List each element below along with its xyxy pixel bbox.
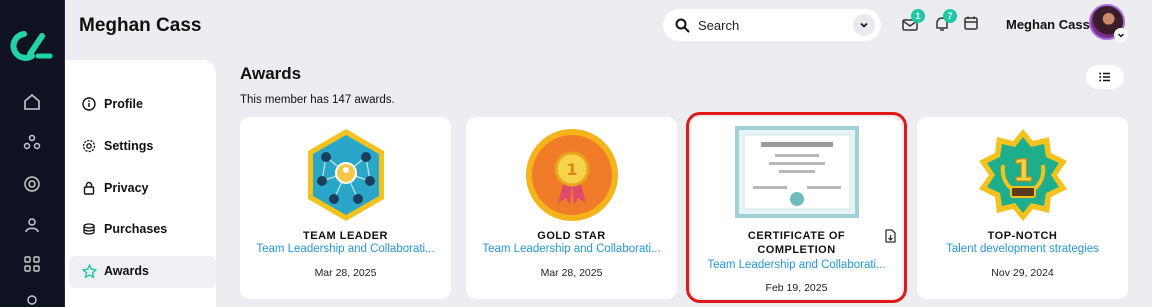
certificate-icon [734, 126, 859, 218]
sidebar-item-label: Awards [104, 264, 149, 278]
award-title: CERTIFICATE OF COMPLETION [747, 230, 846, 256]
search-box[interactable]: Search [663, 9, 881, 41]
award-date: Mar 28, 2025 [540, 267, 603, 279]
award-course-link[interactable]: Talent development strategies [925, 243, 1120, 255]
award-card[interactable]: 1 TOP-NOTCH Talent development strategie… [917, 117, 1128, 299]
page-owner-name: Meghan Cass [79, 15, 202, 36]
team-leader-badge-icon [307, 129, 384, 221]
award-card[interactable]: TEAM LEADER Team Leadership and Collabor… [240, 117, 451, 299]
notifications-button[interactable]: 7 [933, 9, 957, 35]
info-icon [81, 96, 97, 112]
chevron-down-icon[interactable] [853, 14, 875, 36]
app-logo[interactable] [10, 28, 54, 64]
award-title: TEAM LEADER [303, 230, 388, 242]
award-title: GOLD STAR [537, 230, 606, 242]
messages-button[interactable]: 1 [901, 9, 925, 35]
sidebar-item-label: Settings [104, 139, 154, 153]
lock-icon [81, 180, 97, 196]
sidebar-item-label: Profile [104, 97, 143, 111]
gear-icon [81, 138, 97, 154]
top-notch-badge-icon: 1 [978, 129, 1067, 221]
users-icon[interactable] [20, 213, 44, 237]
calendar-button[interactable] [963, 15, 983, 35]
home-icon[interactable] [20, 90, 44, 114]
svg-text:1: 1 [1012, 154, 1033, 189]
sidebar-item-awards[interactable]: Awards [81, 259, 149, 283]
page-title: Awards [240, 64, 302, 83]
award-course-link[interactable]: Team Leadership and Collaborati... [248, 243, 443, 255]
search-input[interactable]: Search [698, 18, 739, 33]
network-icon[interactable] [20, 131, 44, 155]
grid-icon[interactable] [20, 252, 44, 276]
award-date: Feb 19, 2025 [765, 282, 828, 294]
award-card[interactable]: CERTIFICATE OF COMPLETION Team Leadershi… [691, 117, 902, 299]
awards-count-text: This member has 147 awards. [240, 94, 395, 106]
gold-star-medal-icon: 1 [525, 129, 618, 221]
user-name[interactable]: Meghan Cass [1006, 17, 1090, 32]
award-course-link[interactable]: Team Leadership and Collaborati... [699, 259, 894, 271]
award-card[interactable]: 1 GOLD STAR Team Leadership and Collabor… [466, 117, 677, 299]
award-course-link[interactable]: Team Leadership and Collaborati... [474, 243, 669, 255]
coins-icon [81, 221, 97, 237]
sidebar-item-profile[interactable]: Profile [81, 92, 143, 116]
profile-icon[interactable] [20, 290, 44, 307]
award-date: Nov 29, 2024 [991, 267, 1054, 279]
target-icon[interactable] [20, 172, 44, 196]
award-date: Mar 28, 2025 [314, 267, 377, 279]
chevron-down-icon[interactable] [1114, 28, 1128, 42]
messages-badge: 1 [911, 9, 925, 23]
sidebar-item-label: Privacy [104, 181, 149, 195]
sidebar-item-purchases[interactable]: Purchases [81, 217, 167, 241]
app-rail [0, 0, 65, 307]
list-icon [1099, 72, 1110, 82]
top-header: Meghan Cass Search 1 7 Meghan Cass [65, 0, 1152, 56]
svg-text:1: 1 [566, 160, 577, 179]
star-icon [81, 263, 97, 279]
calendar-icon [964, 16, 978, 30]
sidebar-item-privacy[interactable]: Privacy [81, 176, 148, 200]
list-view-button[interactable] [1086, 65, 1124, 89]
search-icon [675, 18, 690, 32]
sidebar-item-label: Purchases [104, 222, 168, 236]
award-title: TOP-NOTCH [987, 230, 1058, 242]
settings-sidebar: Profile Settings Privacy Purchases Award… [65, 60, 216, 307]
sidebar-item-settings[interactable]: Settings [81, 134, 153, 158]
notifications-badge: 7 [943, 9, 957, 23]
